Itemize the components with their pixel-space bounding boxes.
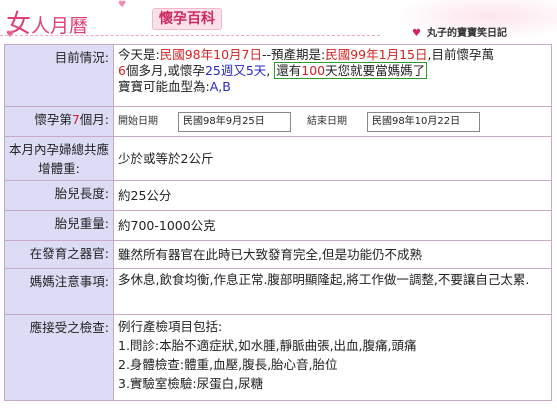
table-row: 懷孕第7個月: 開始日期 民國98年9月25日 結束日期 民國98年10月22日 [4, 106, 552, 137]
row-label: 目前情況: [4, 44, 114, 107]
row-label-month: 懷孕第7個月: [4, 106, 114, 137]
months-suffix: 個多月,或懷孕 [125, 63, 205, 78]
blood-types: A,B [209, 79, 231, 94]
logo-text: 人月曆 [31, 15, 89, 37]
pregnancy-info-table: 目前情況: 今天是:民國98年10月7日--預產期是:民國99年1月15日,目前… [4, 44, 552, 401]
heart-decoration-icon: ♥ [118, 0, 127, 10]
month-number: 7 [71, 112, 80, 127]
section-title: 懷孕百科 [152, 8, 222, 30]
list-item: 1.問診:本胎不適症狀,如水腫,靜脈曲張,出血,腹痛,頭痛 [118, 338, 417, 353]
row-value: 約700-1000公克 [113, 210, 552, 241]
status-value: 今天是:民國98年10月7日--預產期是:民國99年1月15日,目前懷孕萬 6個多… [113, 44, 552, 107]
month-label-suffix: 個月: [79, 112, 109, 127]
today-prefix: 今天是: [118, 47, 160, 62]
row-label: 應接受之檢查: [4, 314, 114, 401]
today-date: 民國98年10月7日 [159, 47, 262, 62]
row-label: 媽媽注意事項: [4, 268, 114, 315]
table-row: 在發育之器官: 雖然所有器官在此時已大致發育完全,但是功能仍不成熟 [4, 240, 552, 269]
table-row: 本月內孕婦總共應增體重: 少於或等於2公斤 [4, 136, 552, 181]
weeks-count: 25週又5天 [204, 63, 267, 78]
blood-prefix: 寶寶可能血型為: [118, 79, 210, 94]
row-label: 胎兒長度: [4, 180, 114, 211]
months-count: 6 [118, 63, 126, 78]
end-date-label: 結束日期 [306, 116, 347, 127]
end-date-field: 民國98年10月22日 [366, 112, 480, 132]
header-divider [0, 35, 380, 36]
row-label: 在發育之器官: [4, 240, 114, 269]
list-item: 2.身體檢查:體重,血壓,腹長,胎心音,胎位 [118, 357, 338, 372]
diary-link-label: 丸子的寶寶笑日記 [426, 28, 507, 39]
checkups-value: 例行產檢項目包括: 1.問診:本胎不適症狀,如水腫,靜脈曲張,出血,腹痛,頭痛 … [113, 314, 552, 401]
countdown-suffix: 天您就要當媽媽了 [325, 63, 426, 78]
checkups-intro: 例行產檢項目包括: [118, 319, 223, 334]
countdown-box: 還有100天您就要當媽媽了 [274, 62, 428, 79]
table-row: 應接受之檢查: 例行產檢項目包括: 1.問診:本胎不適症狀,如水腫,靜脈曲張,出… [4, 314, 552, 401]
table-row: 胎兒重量: 約700-1000公克 [4, 210, 552, 241]
table-row: 媽媽注意事項: 多休息,飲食均衡,作息正常.腹部明顯隆起,將工作做一調整,不要讓… [4, 268, 552, 315]
row-value: 多休息,飲食均衡,作息正常.腹部明顯隆起,將工作做一調整,不要讓自己太累. [113, 268, 552, 315]
row-label: 胎兒重量: [4, 210, 114, 241]
row-value: 少於或等於2公斤 [113, 136, 552, 181]
start-date-field: 民國98年9月25日 [177, 112, 291, 132]
row-value: 雖然所有器官在此時已大致發育完全,但是功能仍不成熟 [113, 240, 552, 269]
heart-icon: ♥ [412, 28, 421, 39]
list-item: 3.實驗室檢驗:尿蛋白,尿糖 [118, 376, 264, 391]
table-row: 胎兒長度: 約25公分 [4, 180, 552, 211]
due-prefix: --預產期是: [261, 47, 326, 62]
table-row: 目前情況: 今天是:民國98年10月7日--預產期是:民國99年1月15日,目前… [4, 44, 552, 107]
row-label: 本月內孕婦總共應增體重: [4, 136, 114, 181]
month-label-prefix: 懷孕第 [34, 112, 72, 127]
month-range: 開始日期 民國98年9月25日 結束日期 民國98年10月22日 [113, 106, 552, 137]
countdown-prefix: 還有 [276, 63, 302, 78]
start-date-label: 開始日期 [118, 116, 158, 127]
countdown-days: 100 [301, 63, 326, 78]
diary-link[interactable]: ♥ 丸子的寶寶笑日記 [412, 24, 507, 39]
due-date: 民國99年1月15日 [325, 47, 428, 62]
row-value: 約25公分 [113, 180, 552, 211]
pregnant-prefix: ,目前懷孕萬 [427, 47, 494, 62]
page-header: ♥ 女人月曆 ♥ 懷孕百科 ♥ 丸子的寶寶笑日記 [0, 0, 557, 44]
